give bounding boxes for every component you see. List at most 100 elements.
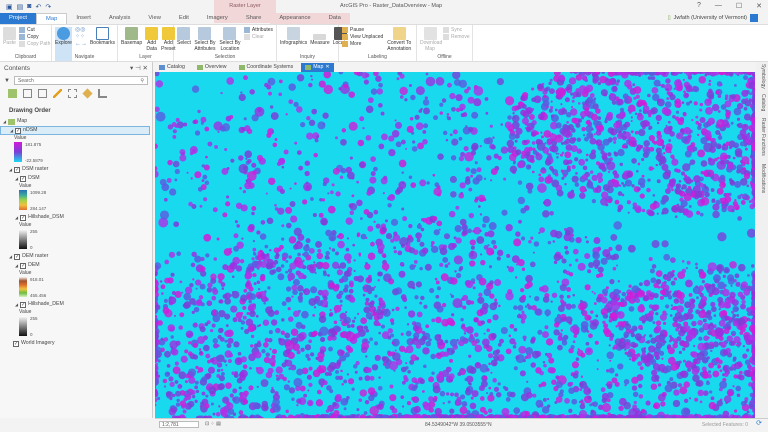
visibility-checkbox[interactable]: ✓ xyxy=(14,166,21,173)
visibility-checkbox[interactable]: ✓ xyxy=(15,127,22,134)
tab-project[interactable]: Project xyxy=(0,13,37,24)
tab-analysis[interactable]: Analysis xyxy=(100,13,140,24)
view-tab-map[interactable]: Map ✕ xyxy=(301,63,334,72)
raster-cell xyxy=(589,104,595,110)
raster-cell xyxy=(335,251,339,256)
raster-cell xyxy=(583,387,592,396)
new-icon[interactable]: ▣ xyxy=(6,3,13,11)
close-button[interactable]: ✕ xyxy=(756,2,762,10)
clear-button[interactable]: Clear xyxy=(243,34,273,40)
tab-share[interactable]: Share xyxy=(237,13,270,24)
raster-cell xyxy=(380,177,388,185)
remove-button[interactable]: Remove xyxy=(443,34,470,40)
sync-button[interactable]: Sync xyxy=(443,27,470,33)
avatar[interactable] xyxy=(750,14,758,22)
open-icon[interactable]: ▤ xyxy=(17,3,24,11)
visibility-checkbox[interactable]: ✓ xyxy=(20,262,27,269)
more-button[interactable]: More xyxy=(342,41,383,47)
copy-path-button[interactable]: Copy Path xyxy=(19,41,50,47)
raster-cell xyxy=(705,381,710,386)
visibility-checkbox[interactable]: ✓ xyxy=(13,340,19,347)
tab-data[interactable]: Data xyxy=(319,13,350,24)
raster-cell xyxy=(308,298,317,306)
save-icon[interactable]: ◙ xyxy=(27,3,31,11)
raster-cell xyxy=(531,304,537,311)
raster-cell xyxy=(633,400,637,405)
visibility-checkbox[interactable]: ✓ xyxy=(20,175,27,182)
attributes-button[interactable]: Attributes xyxy=(243,27,273,33)
raster-cell xyxy=(309,352,315,357)
layer-hillshade-dem[interactable]: ◢ ✓ Hillshade_DEM xyxy=(0,300,152,309)
user-name[interactable]: Jwfath (University of Vermont) xyxy=(674,15,747,21)
layer-world-imagery[interactable]: ✓ World Imagery xyxy=(0,339,152,348)
contents-search-input[interactable]: Search ⚲ xyxy=(14,76,148,85)
user-account[interactable]: ▯ Jwfath (University of Vermont) xyxy=(668,14,758,22)
view-unplaced-button[interactable]: View Unplaced xyxy=(342,34,383,40)
raster-cell xyxy=(353,316,357,320)
visibility-checkbox[interactable]: ✓ xyxy=(14,253,21,260)
fixed-zoom-icon[interactable]: ⁘⁘ xyxy=(75,34,87,40)
tab-view[interactable]: View xyxy=(139,13,169,24)
pause-button[interactable]: Pause xyxy=(342,27,383,33)
raster-cell xyxy=(668,139,672,143)
raster-cell xyxy=(542,99,550,107)
snapping-icon[interactable] xyxy=(68,89,77,98)
map-view[interactable] xyxy=(155,72,755,418)
raster-cell xyxy=(434,277,438,281)
raster-cell xyxy=(197,186,203,192)
raster-cell xyxy=(729,291,736,299)
raster-cell xyxy=(455,94,463,102)
charts-icon[interactable] xyxy=(98,89,107,98)
tab-appearance[interactable]: Appearance xyxy=(270,13,320,24)
raster-cell xyxy=(642,293,646,297)
maximize-button[interactable]: ☐ xyxy=(736,2,742,10)
quick-access-toolbar[interactable]: ▣ ▤ ◙ ↶ ↷ xyxy=(0,3,51,11)
pane-controls[interactable]: ▾ ⊣ ✕ xyxy=(130,64,148,72)
layer-dem[interactable]: ◢ ✓ DEM xyxy=(0,261,152,270)
layer-dsm-raster[interactable]: ◢ ✓ DSM raster xyxy=(0,165,152,174)
visibility-checkbox[interactable]: ✓ xyxy=(20,301,27,308)
visibility-checkbox[interactable]: ✓ xyxy=(20,214,27,221)
tab-insert[interactable]: Insert xyxy=(67,13,100,24)
raster-cell xyxy=(559,284,567,292)
redo-icon[interactable]: ↷ xyxy=(45,3,51,11)
raster-cell xyxy=(163,385,167,388)
undo-icon[interactable]: ↶ xyxy=(35,3,41,11)
layer-dem-raster[interactable]: ◢ ✓ DEM raster xyxy=(0,252,152,261)
layer-hillshade-dsm[interactable]: ◢ ✓ Hillshade_DSM xyxy=(0,213,152,222)
raster-cell xyxy=(177,384,183,389)
cut-button[interactable]: Cut xyxy=(19,27,50,33)
layer-dsm[interactable]: ◢ ✓ DSM xyxy=(0,174,152,183)
raster-cell xyxy=(213,257,217,261)
map-node[interactable]: ◢ Map xyxy=(0,117,152,126)
editing-icon[interactable] xyxy=(53,89,62,98)
tab-map[interactable]: Map xyxy=(36,13,68,24)
filter-icon[interactable]: ▼ xyxy=(4,78,10,85)
raster-cell xyxy=(541,167,546,171)
raster-cell xyxy=(435,280,440,285)
close-tab-icon[interactable]: ✕ xyxy=(325,63,329,72)
group-clipboard: Paste Cut Copy Copy Path Clipboard xyxy=(0,25,52,61)
raster-cell xyxy=(732,320,739,327)
zoom-icon[interactable]: ◎◎ xyxy=(75,27,87,33)
raster-cell xyxy=(601,191,609,199)
raster-cell xyxy=(268,91,272,96)
view-tab-overview[interactable]: Overview xyxy=(193,63,231,72)
raster-cell xyxy=(656,279,662,285)
drawing-order-icon[interactable] xyxy=(8,89,17,98)
raster-cell xyxy=(271,386,274,390)
copy-button[interactable]: Copy xyxy=(19,34,50,40)
raster-cell xyxy=(698,336,703,341)
tab-edit[interactable]: Edit xyxy=(170,13,198,24)
tab-imagery[interactable]: Imagery xyxy=(198,13,237,24)
view-tab-catalog[interactable]: Catalog xyxy=(155,63,189,72)
labeling-icon[interactable] xyxy=(82,88,93,99)
minimize-button[interactable]: — xyxy=(715,2,722,10)
help-button[interactable]: ? xyxy=(697,2,701,10)
view-tab-coordinate-systems[interactable]: Coordinate Systems xyxy=(235,63,298,72)
previous-extent-icon[interactable]: ←→ xyxy=(75,41,87,47)
raster-cell xyxy=(710,349,713,352)
selection-icon[interactable] xyxy=(38,89,47,98)
layer-ndsm[interactable]: ◢ ✓ nDSM xyxy=(0,126,150,135)
data-source-icon[interactable] xyxy=(23,89,32,98)
